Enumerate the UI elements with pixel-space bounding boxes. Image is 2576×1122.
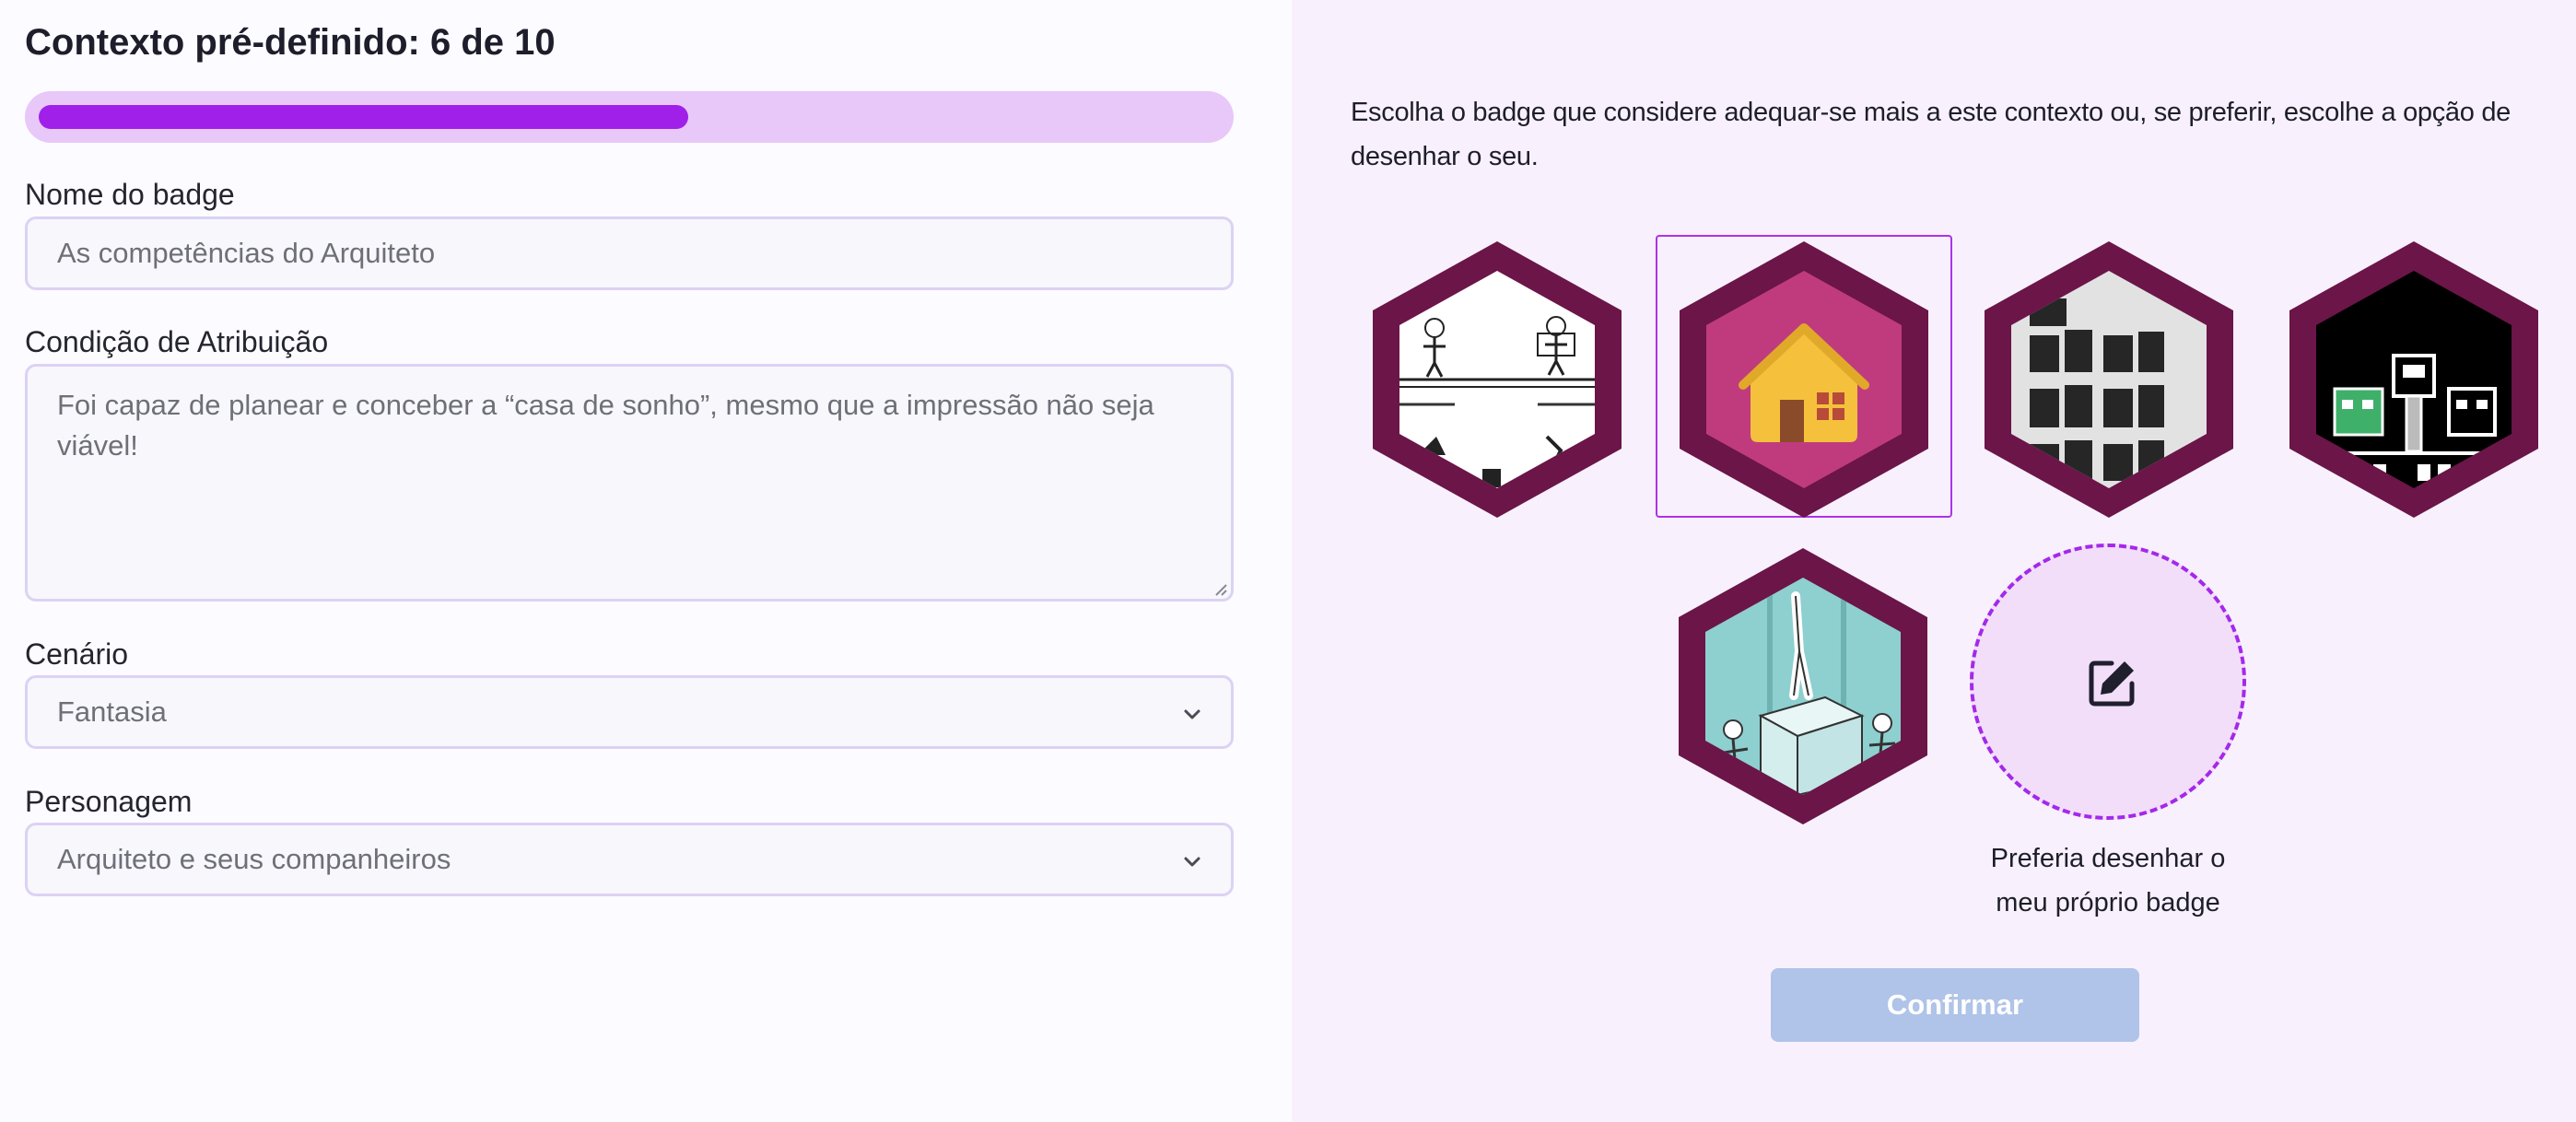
- character-select[interactable]: Arquiteto e seus companheiros: [25, 823, 1234, 896]
- page-title: Contexto pré-definido: 6 de 10: [25, 22, 556, 63]
- condition-textarea[interactable]: Foi capaz de planear e conceber a “casa …: [25, 364, 1234, 602]
- condition-wrapper: Foi capaz de planear e conceber a “casa …: [0, 364, 1292, 602]
- chevron-down-icon: [1184, 857, 1200, 867]
- edit-icon: [2089, 660, 2135, 707]
- scenario-value: Fantasia: [57, 695, 167, 728]
- chooser-prompt: Escolha o badge que considere adequar-se…: [1351, 98, 2512, 171]
- draw-own-caption: Preferia desenhar o meu próprio badge: [1961, 836, 2255, 925]
- progress-bar: [25, 91, 1234, 143]
- draw-own-badge-button[interactable]: [1970, 543, 2246, 820]
- scenario-select[interactable]: Fantasia: [25, 675, 1234, 749]
- scenario-label: Cenário: [25, 637, 129, 671]
- progress-bar-fill: [39, 105, 688, 129]
- badge-option-robots[interactable]: [2289, 241, 2538, 518]
- character-value: Arquiteto e seus companheiros: [57, 843, 451, 875]
- badge-name-input[interactable]: [25, 216, 1234, 290]
- badge-option-blocks[interactable]: [1985, 241, 2233, 518]
- character-label: Personagem: [25, 785, 193, 818]
- condition-label: Condição de Atribuição: [25, 325, 329, 358]
- badge-option-sketch[interactable]: [1679, 548, 1927, 824]
- badge-option-house[interactable]: [1680, 241, 1928, 518]
- confirm-button[interactable]: Confirmar: [1771, 968, 2139, 1042]
- draw-own-caption-line2: meu próprio badge: [1996, 888, 2220, 917]
- chevron-down-icon: [1184, 709, 1200, 719]
- resize-handle-icon[interactable]: [1212, 581, 1227, 596]
- badge-option-comic[interactable]: [1373, 241, 1622, 518]
- badge-name-label: Nome do badge: [25, 178, 235, 211]
- draw-own-caption-line1: Preferia desenhar o: [1990, 844, 2226, 873]
- form-panel: Contexto pré-definido: 6 de 10 Nome do b…: [0, 0, 1292, 1122]
